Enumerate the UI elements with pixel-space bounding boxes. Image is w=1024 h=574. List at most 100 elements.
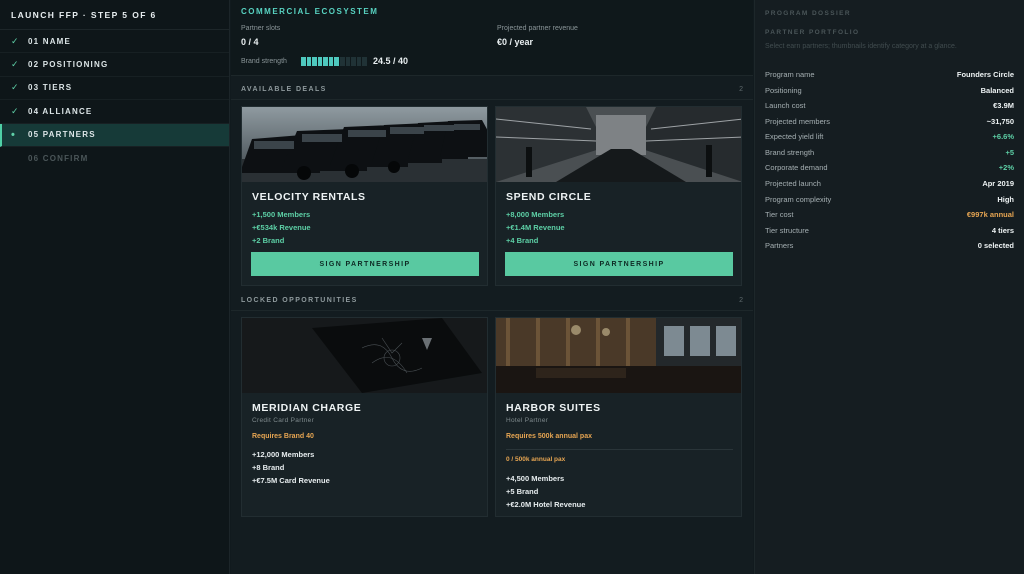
dossier-key: Positioning <box>765 86 802 95</box>
deal-title: SPEND CIRCLE <box>506 191 592 203</box>
mall-interior-image <box>496 107 741 182</box>
dossier-key: Projected launch <box>765 179 821 188</box>
step-tiers[interactable]: ✓ 03 TIERS <box>0 77 229 101</box>
brand-strength-segment <box>306 57 312 66</box>
step-positioning[interactable]: ✓ 02 POSITIONING <box>0 53 229 77</box>
step-name[interactable]: ✓ 01 NAME <box>0 30 229 54</box>
brand-strength-segment <box>351 57 356 66</box>
dossier-row-program-complexity: Program complexity High <box>765 195 1014 204</box>
dossier-row-corporate-demand: Corporate demand +2% <box>765 163 1014 172</box>
dossier-row-positioning: Positioning Balanced <box>765 86 1014 95</box>
dossier-row-brand-strength: Brand strength +5 <box>765 148 1014 157</box>
available-deals-count: 2 <box>739 86 743 93</box>
deal-members: +8,000 Members <box>506 210 565 219</box>
dossier-value: ~31,750 <box>986 117 1014 126</box>
dossier-value: High <box>997 195 1014 204</box>
brand-strength-segment <box>340 57 345 66</box>
dossier-key: Corporate demand <box>765 163 828 172</box>
partner-slots-value: 0 / 4 <box>241 37 259 47</box>
deal-card-spend-circle: SPEND CIRCLE +8,000 Members +€1.4M Reven… <box>495 106 742 286</box>
hotel-lobby-image <box>496 318 741 393</box>
ecosystem-summary: COMMERCIAL ECOSYSTEM Partner slots 0 / 4… <box>231 0 753 76</box>
deal-revenue: +€7.5M Card Revenue <box>252 476 330 485</box>
section-divider <box>231 99 753 100</box>
partner-slots-label: Partner slots <box>241 25 281 32</box>
deal-subtitle: Credit Card Partner <box>252 417 315 424</box>
dossier-key: Program complexity <box>765 195 832 204</box>
dossier-row-partners: Partners 0 selected <box>765 241 1014 250</box>
wizard-header: LAUNCH FFP · STEP 5 OF 6 <box>0 0 229 30</box>
deal-members: +1,500 Members <box>252 210 311 219</box>
deal-revenue: +€1.4M Revenue <box>506 223 565 232</box>
step-label: 05 PARTNERS <box>28 130 96 140</box>
dossier-title: PROGRAM DOSSIER <box>765 10 852 17</box>
step-alliance[interactable]: ✓ 04 ALLIANCE <box>0 100 229 124</box>
dossier-row-projected-launch: Projected launch Apr 2019 <box>765 179 1014 188</box>
partner-revenue-value: €0 / year <box>497 37 534 47</box>
partners-main: COMMERCIAL ECOSYSTEM Partner slots 0 / 4… <box>231 0 753 574</box>
deal-title: MERIDIAN CHARGE <box>252 402 362 414</box>
deal-subtitle: Hotel Partner <box>506 417 549 424</box>
partner-portfolio-title: PARTNER PORTFOLIO <box>765 29 860 36</box>
dossier-value: Balanced <box>980 86 1014 95</box>
deal-title: HARBOR SUITES <box>506 402 601 414</box>
dossier-value: Founders Circle <box>956 70 1014 79</box>
deal-members: +4,500 Members <box>506 474 565 483</box>
sign-partnership-button[interactable]: SIGN PARTNERSHIP <box>251 252 479 276</box>
dossier-value: +6.6% <box>992 132 1014 141</box>
dossier-value: €997k annual <box>966 210 1014 219</box>
step-confirm: 06 CONFIRM <box>0 147 229 170</box>
brand-strength-label: Brand strength <box>241 58 287 65</box>
locked-card-harbor-suites: HARBOR SUITES Hotel Partner Requires 500… <box>495 317 742 517</box>
dossier-row-projected-members: Projected members ~31,750 <box>765 117 1014 126</box>
dossier-key: Partners <box>765 241 794 250</box>
step-label: 02 POSITIONING <box>28 60 109 70</box>
locked-opportunities-count: 2 <box>739 297 743 304</box>
brand-strength-segment <box>312 57 317 66</box>
partner-revenue-label: Projected partner revenue <box>497 25 578 32</box>
dossier-value: 0 selected <box>977 241 1014 250</box>
deal-revenue: +€534k Revenue <box>252 223 311 232</box>
step-label: 04 ALLIANCE <box>28 106 93 116</box>
deal-members: +12,000 Members <box>252 450 315 459</box>
check-icon: ✓ <box>11 59 20 70</box>
brand-strength-segment <box>356 57 362 66</box>
check-icon: ✓ <box>11 82 20 93</box>
dossier-key: Brand strength <box>765 148 815 157</box>
requirement-progress: 0 / 500k annual pax <box>506 456 566 463</box>
deal-title: VELOCITY RENTALS <box>252 191 366 203</box>
dossier-key: Expected yield lift <box>765 132 824 141</box>
brand-strength-segment <box>317 57 323 66</box>
deal-brand: +2 Brand <box>252 236 285 245</box>
available-deals-header: AVAILABLE DEALS <box>241 86 327 93</box>
dossier-value: Apr 2019 <box>982 179 1014 188</box>
check-icon: ✓ <box>11 105 20 116</box>
step-label: 06 CONFIRM <box>28 154 89 164</box>
sign-partnership-button[interactable]: SIGN PARTNERSHIP <box>505 252 733 276</box>
deal-brand: +8 Brand <box>252 463 285 472</box>
dossier-key: Launch cost <box>765 101 806 110</box>
credit-card-image <box>242 318 487 393</box>
check-icon: ✓ <box>11 35 20 46</box>
partner-portfolio-help: Select earn partners; thumbnails identif… <box>765 43 957 50</box>
step-label: 03 TIERS <box>28 83 73 93</box>
dossier-key: Projected members <box>765 117 831 126</box>
current-dot-icon: • <box>11 128 17 141</box>
dossier-value: €3.9M <box>993 101 1014 110</box>
dossier-row-yield-lift: Expected yield lift +6.6% <box>765 132 1014 141</box>
program-dossier: PROGRAM DOSSIER PARTNER PORTFOLIO Select… <box>754 0 1024 574</box>
brand-strength-segment <box>328 57 334 66</box>
dossier-key: Tier cost <box>765 210 794 219</box>
dossier-key: Tier structure <box>765 226 809 235</box>
deal-brand: +5 Brand <box>506 487 539 496</box>
dossier-row-tier-structure: Tier structure 4 tiers <box>765 226 1014 235</box>
step-partners[interactable]: • 05 PARTNERS <box>0 123 229 147</box>
section-divider <box>231 310 753 311</box>
dossier-value: 4 tiers <box>991 226 1014 235</box>
dossier-key: Program name <box>765 70 815 79</box>
dossier-value: +2% <box>998 163 1014 172</box>
brand-strength-segment <box>301 57 306 66</box>
dossier-row-launch-cost: Launch cost €3.9M <box>765 101 1014 110</box>
deal-requirement: Requires 500k annual pax <box>506 433 592 440</box>
deal-brand: +4 Brand <box>506 236 539 245</box>
